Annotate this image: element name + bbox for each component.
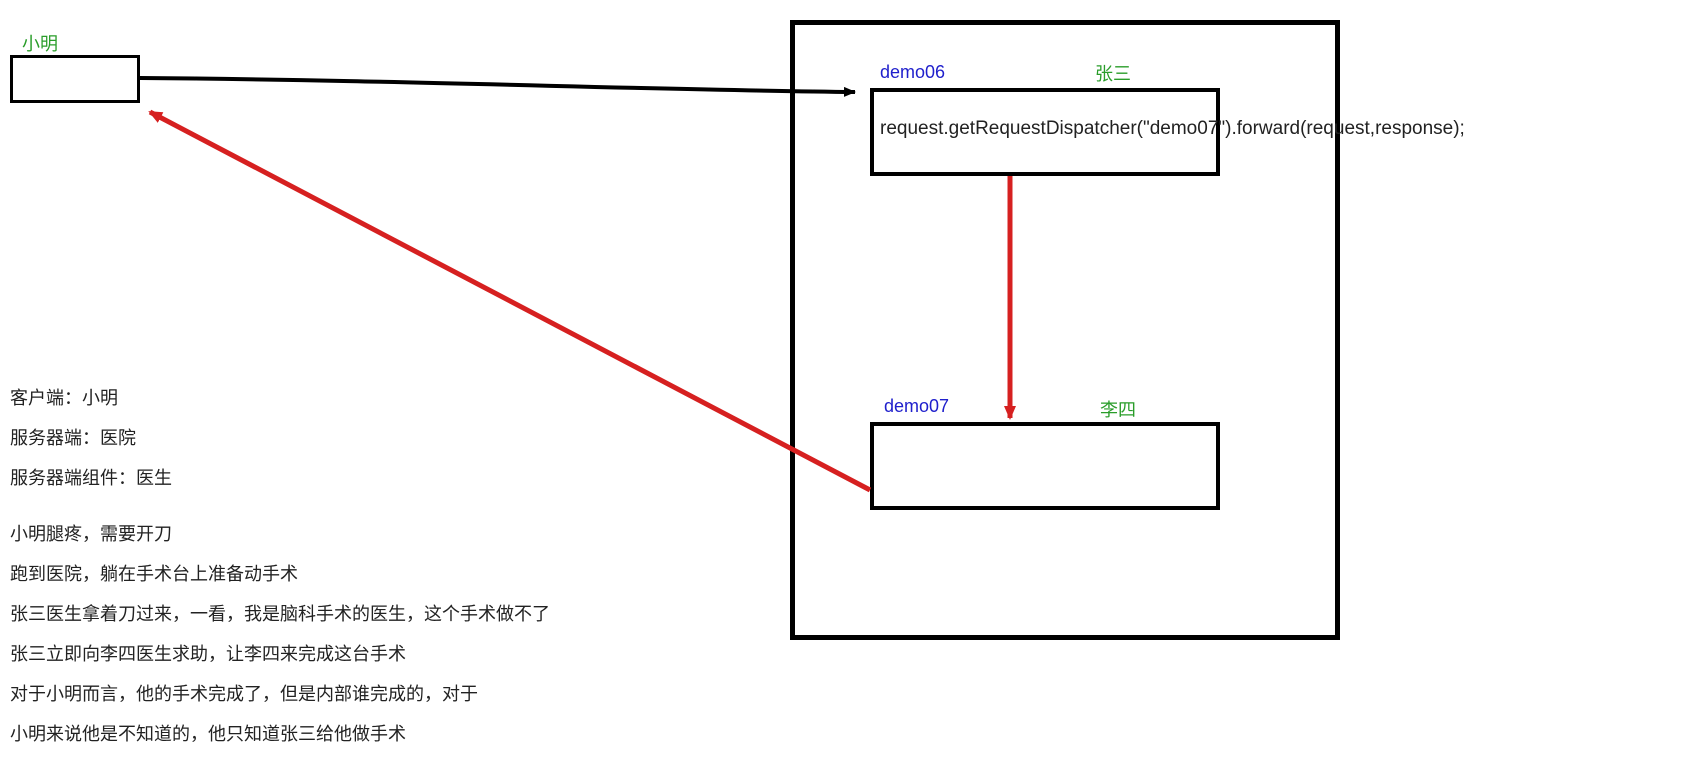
- demo06-person-label: 张三: [1095, 60, 1131, 86]
- notes-block: 客户端：小明 服务器端：医院 服务器端组件：医生 小明腿疼，需要开刀 跑到医院，…: [10, 380, 550, 756]
- note-line: 张三立即向李四医生求助，让李四来完成这台手术: [10, 636, 550, 672]
- note-line: 张三医生拿着刀过来，一看，我是脑科手术的医生，这个手术做不了: [10, 596, 550, 632]
- arrow-client-to-demo06: [140, 78, 855, 92]
- note-line: 跑到医院，躺在手术台上准备动手术: [10, 556, 550, 592]
- client-label: 小明: [22, 30, 58, 56]
- note-line: 小明来说他是不知道的，他只知道张三给他做手术: [10, 716, 550, 752]
- note-line: 对于小明而言，他的手术完成了，但是内部谁完成的，对于: [10, 676, 550, 712]
- client-box: [10, 55, 140, 103]
- note-line: 客户端：小明: [10, 380, 550, 416]
- demo06-code: request.getRequestDispatcher("demo07").f…: [880, 118, 1465, 140]
- demo07-id-label: demo07: [884, 396, 949, 417]
- note-line: 服务器端组件：医生: [10, 460, 550, 496]
- demo07-person-label: 李四: [1100, 396, 1136, 422]
- note-line: 服务器端：医院: [10, 420, 550, 456]
- demo07-box: [870, 422, 1220, 510]
- note-line: 小明腿疼，需要开刀: [10, 516, 550, 552]
- demo06-id-label: demo06: [880, 62, 945, 83]
